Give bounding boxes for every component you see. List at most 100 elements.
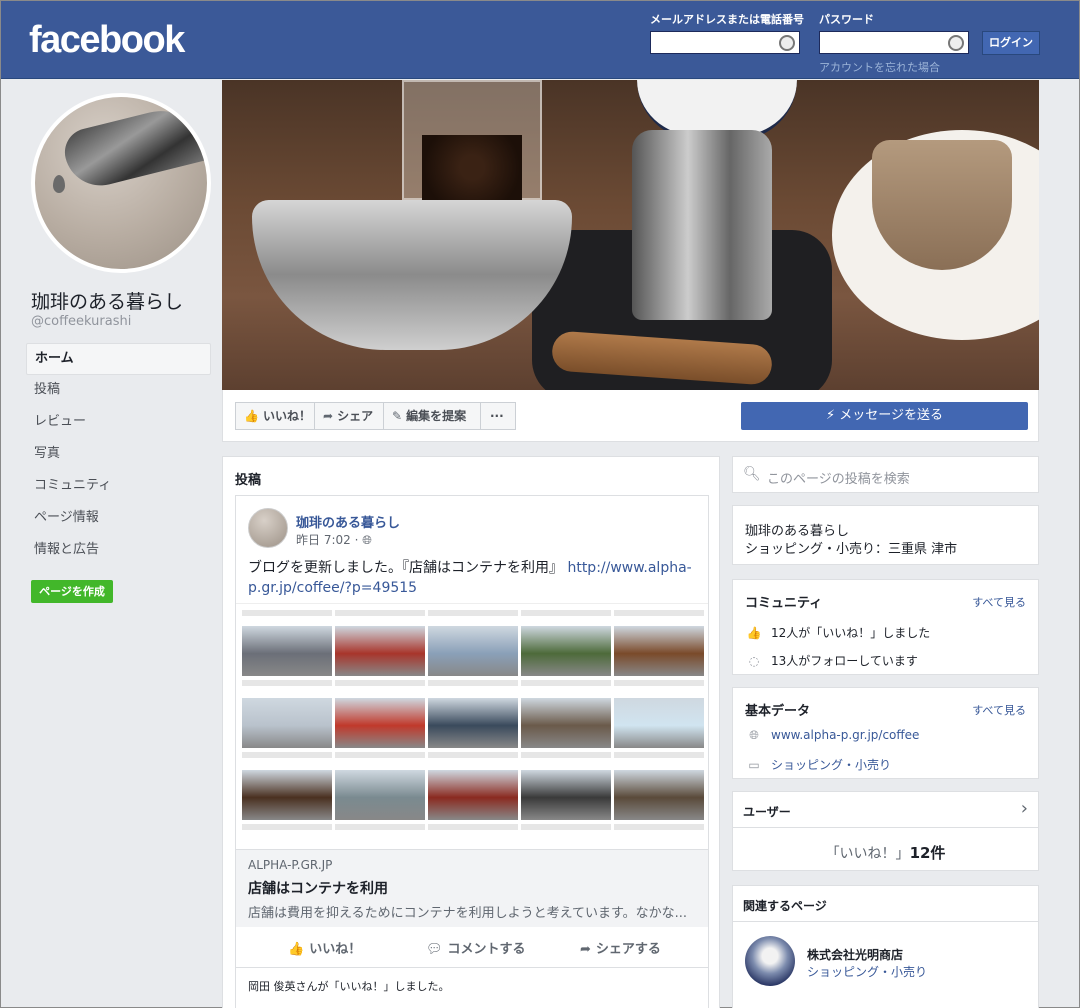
thumbnail-caption <box>614 824 704 830</box>
globe-icon: 🌐︎ <box>749 728 759 742</box>
post-body: ブログを更新しました。『店舗はコンテナを利用』 <box>248 560 563 576</box>
share-page-button[interactable]: ➦ シェア <box>314 402 384 430</box>
thumbnail-caption <box>242 680 332 686</box>
nav-item-photos[interactable]: 写真 <box>26 439 211 471</box>
login-button[interactable]: ログイン <box>982 31 1040 55</box>
community-follows-text: 13人がフォローしています <box>771 654 918 668</box>
post-time-text: 昨日 7:02 · <box>296 533 363 547</box>
community-heading: コミュニティ <box>745 596 823 611</box>
category-tag-icon: ▭ <box>748 758 760 772</box>
users-header[interactable]: ユーザー › <box>733 792 1038 828</box>
post-author-name[interactable]: 珈琲のある暮らし <box>296 512 400 531</box>
post-like-button[interactable]: 👍 いいね！ <box>288 938 361 957</box>
like-page-button[interactable]: 👍 いいね！ <box>235 402 315 430</box>
basic-info-heading: 基本データ <box>745 704 811 719</box>
post-link-image[interactable] <box>236 603 708 849</box>
nav-item-posts[interactable]: 投稿 <box>26 375 211 407</box>
thumbnail-caption <box>428 824 518 830</box>
create-page-button[interactable]: ページを作成 <box>31 580 113 603</box>
nav-item-home[interactable]: ホーム <box>26 343 211 375</box>
community-likes-text: 12人が「いいね！」しました <box>771 626 931 640</box>
related-page-avatar[interactable] <box>745 936 795 986</box>
globe-icon: 🌐︎ <box>362 533 372 547</box>
password-manager-icon[interactable] <box>779 35 795 51</box>
community-follows-row: ◌ 13人がフォローしています <box>745 652 918 669</box>
community-likes-row: 👍 12人が「いいね！」しました <box>745 624 931 641</box>
search-result-thumbnail <box>614 698 704 748</box>
post-like-label: いいね！ <box>309 942 362 957</box>
suggest-edit-button[interactable]: ✎ 編集を提案 <box>383 402 481 430</box>
related-page-category[interactable]: ショッピング・小売り <box>807 963 927 980</box>
search-result-thumbnail <box>335 770 425 820</box>
related-page-name[interactable]: 株式会社光明商店 <box>807 946 903 963</box>
likes-prefix: 「いいね！」 <box>825 846 910 862</box>
search-result-thumbnail <box>428 698 518 748</box>
post-timestamp[interactable]: 昨日 7:02 · 🌐︎ <box>296 531 372 548</box>
share-arrow-icon: ➦ <box>323 409 334 423</box>
pan-shape <box>252 200 572 350</box>
about-category: ショッピング・小売り：三重県 津市 <box>745 542 958 557</box>
pencil-icon: ✎ <box>392 409 403 423</box>
send-message-button[interactable]: ⚡︎ メッセージを送る <box>741 402 1028 430</box>
send-message-label: メッセージを送る <box>839 408 943 423</box>
thumbs-up-icon: 👍 <box>746 626 762 640</box>
community-card: コミュニティ すべて見る 👍 12人が「いいね！」しました ◌ 13人がフォローして… <box>732 579 1039 675</box>
water-drop-shape <box>53 175 65 193</box>
posts-section: 投稿 珈琲のある暮らし 昨日 7:02 · 🌐︎ ブログを更新しました。『店舗は… <box>222 456 720 1008</box>
messenger-icon: ⚡︎ <box>825 408 840 423</box>
search-result-thumbnail <box>242 698 332 748</box>
search-result-thumbnail <box>335 626 425 676</box>
about-page-name: 珈琲のある暮らし <box>745 524 850 539</box>
nav-item-reviews[interactable]: レビュー <box>26 407 211 439</box>
search-result-thumbnail <box>521 626 611 676</box>
post-author-avatar[interactable] <box>248 508 288 548</box>
page-action-bar: 👍 いいね！ ➦ シェア ✎ 編集を提案 ··· ⚡︎ メッセージを送る <box>222 390 1039 442</box>
thumbnail-caption <box>428 752 518 758</box>
nav-item-ads-info[interactable]: 情報と広告 <box>26 535 211 567</box>
thumbnail-caption <box>521 752 611 758</box>
posts-heading: 投稿 <box>235 473 262 488</box>
profile-picture[interactable] <box>31 93 211 273</box>
password-manager-icon[interactable] <box>948 35 964 51</box>
thumbnail-caption <box>521 680 611 686</box>
post-comment-label: コメントする <box>447 942 526 957</box>
top-bar: facebook メールアドレスまたは電話番号 パスワード ログイン アカウント… <box>1 1 1079 79</box>
thumbnail-caption <box>335 824 425 830</box>
page-handle: @coffeekurashi <box>31 314 132 329</box>
page-search[interactable]: 🔍︎ このページの投稿を検索 <box>732 456 1039 493</box>
website-row: 🌐︎ www.alpha-p.gr.jp/coffee <box>745 728 919 743</box>
thumbnail-caption <box>428 680 518 686</box>
page-name[interactable]: 珈琲のある暮らし <box>31 287 183 314</box>
nav-item-about[interactable]: ページ情報 <box>26 503 211 535</box>
basic-see-all-link[interactable]: すべて見る <box>972 702 1026 718</box>
kettle-shape <box>632 130 772 320</box>
more-button[interactable]: ··· <box>480 402 516 430</box>
forgot-account-link[interactable]: アカウントを忘れた場合 <box>819 59 940 75</box>
password-label: パスワード <box>819 13 874 26</box>
thumbnail-caption <box>242 752 332 758</box>
share-arrow-icon: ➦ <box>580 942 591 957</box>
users-heading: ユーザー <box>743 805 791 819</box>
community-see-all-link[interactable]: すべて見る <box>972 594 1026 610</box>
email-label: メールアドレスまたは電話番号 <box>650 13 804 26</box>
website-link[interactable]: www.alpha-p.gr.jp/coffee <box>771 728 919 742</box>
category-link[interactable]: ショッピング・小売り <box>771 758 891 772</box>
search-result-thumbnail <box>428 626 518 676</box>
link-preview[interactable]: ALPHA-P.GR.JP 店舗はコンテナを利用 店舗は費用を抑えるためにコンテ… <box>236 849 708 927</box>
thumbnail-caption <box>335 752 425 758</box>
basic-info-card: 基本データ すべて見る 🌐︎ www.alpha-p.gr.jp/coffee ▭… <box>732 687 1039 779</box>
cover-photo[interactable] <box>222 80 1039 390</box>
facebook-logo[interactable]: facebook <box>29 19 185 62</box>
related-header: 関連するページ <box>733 886 1038 922</box>
link-title: 店舗はコンテナを利用 <box>248 881 388 897</box>
nav-item-community[interactable]: コミュニティ <box>26 471 211 503</box>
post-comment-button[interactable]: 💬︎ コメントする <box>426 938 526 957</box>
post-liked-by[interactable]: 岡田 俊英さんが「いいね！」しました。 <box>248 978 450 994</box>
search-icon: 🔍︎ <box>743 466 761 482</box>
link-domain: ALPHA-P.GR.JP <box>248 858 333 872</box>
thumbnail-caption <box>335 610 425 616</box>
email-input[interactable] <box>650 31 800 54</box>
about-card: 珈琲のある暮らし ショッピング・小売り：三重県 津市 <box>732 505 1039 565</box>
password-input[interactable] <box>819 31 969 54</box>
post-share-button[interactable]: ➦ シェアする <box>580 938 661 957</box>
